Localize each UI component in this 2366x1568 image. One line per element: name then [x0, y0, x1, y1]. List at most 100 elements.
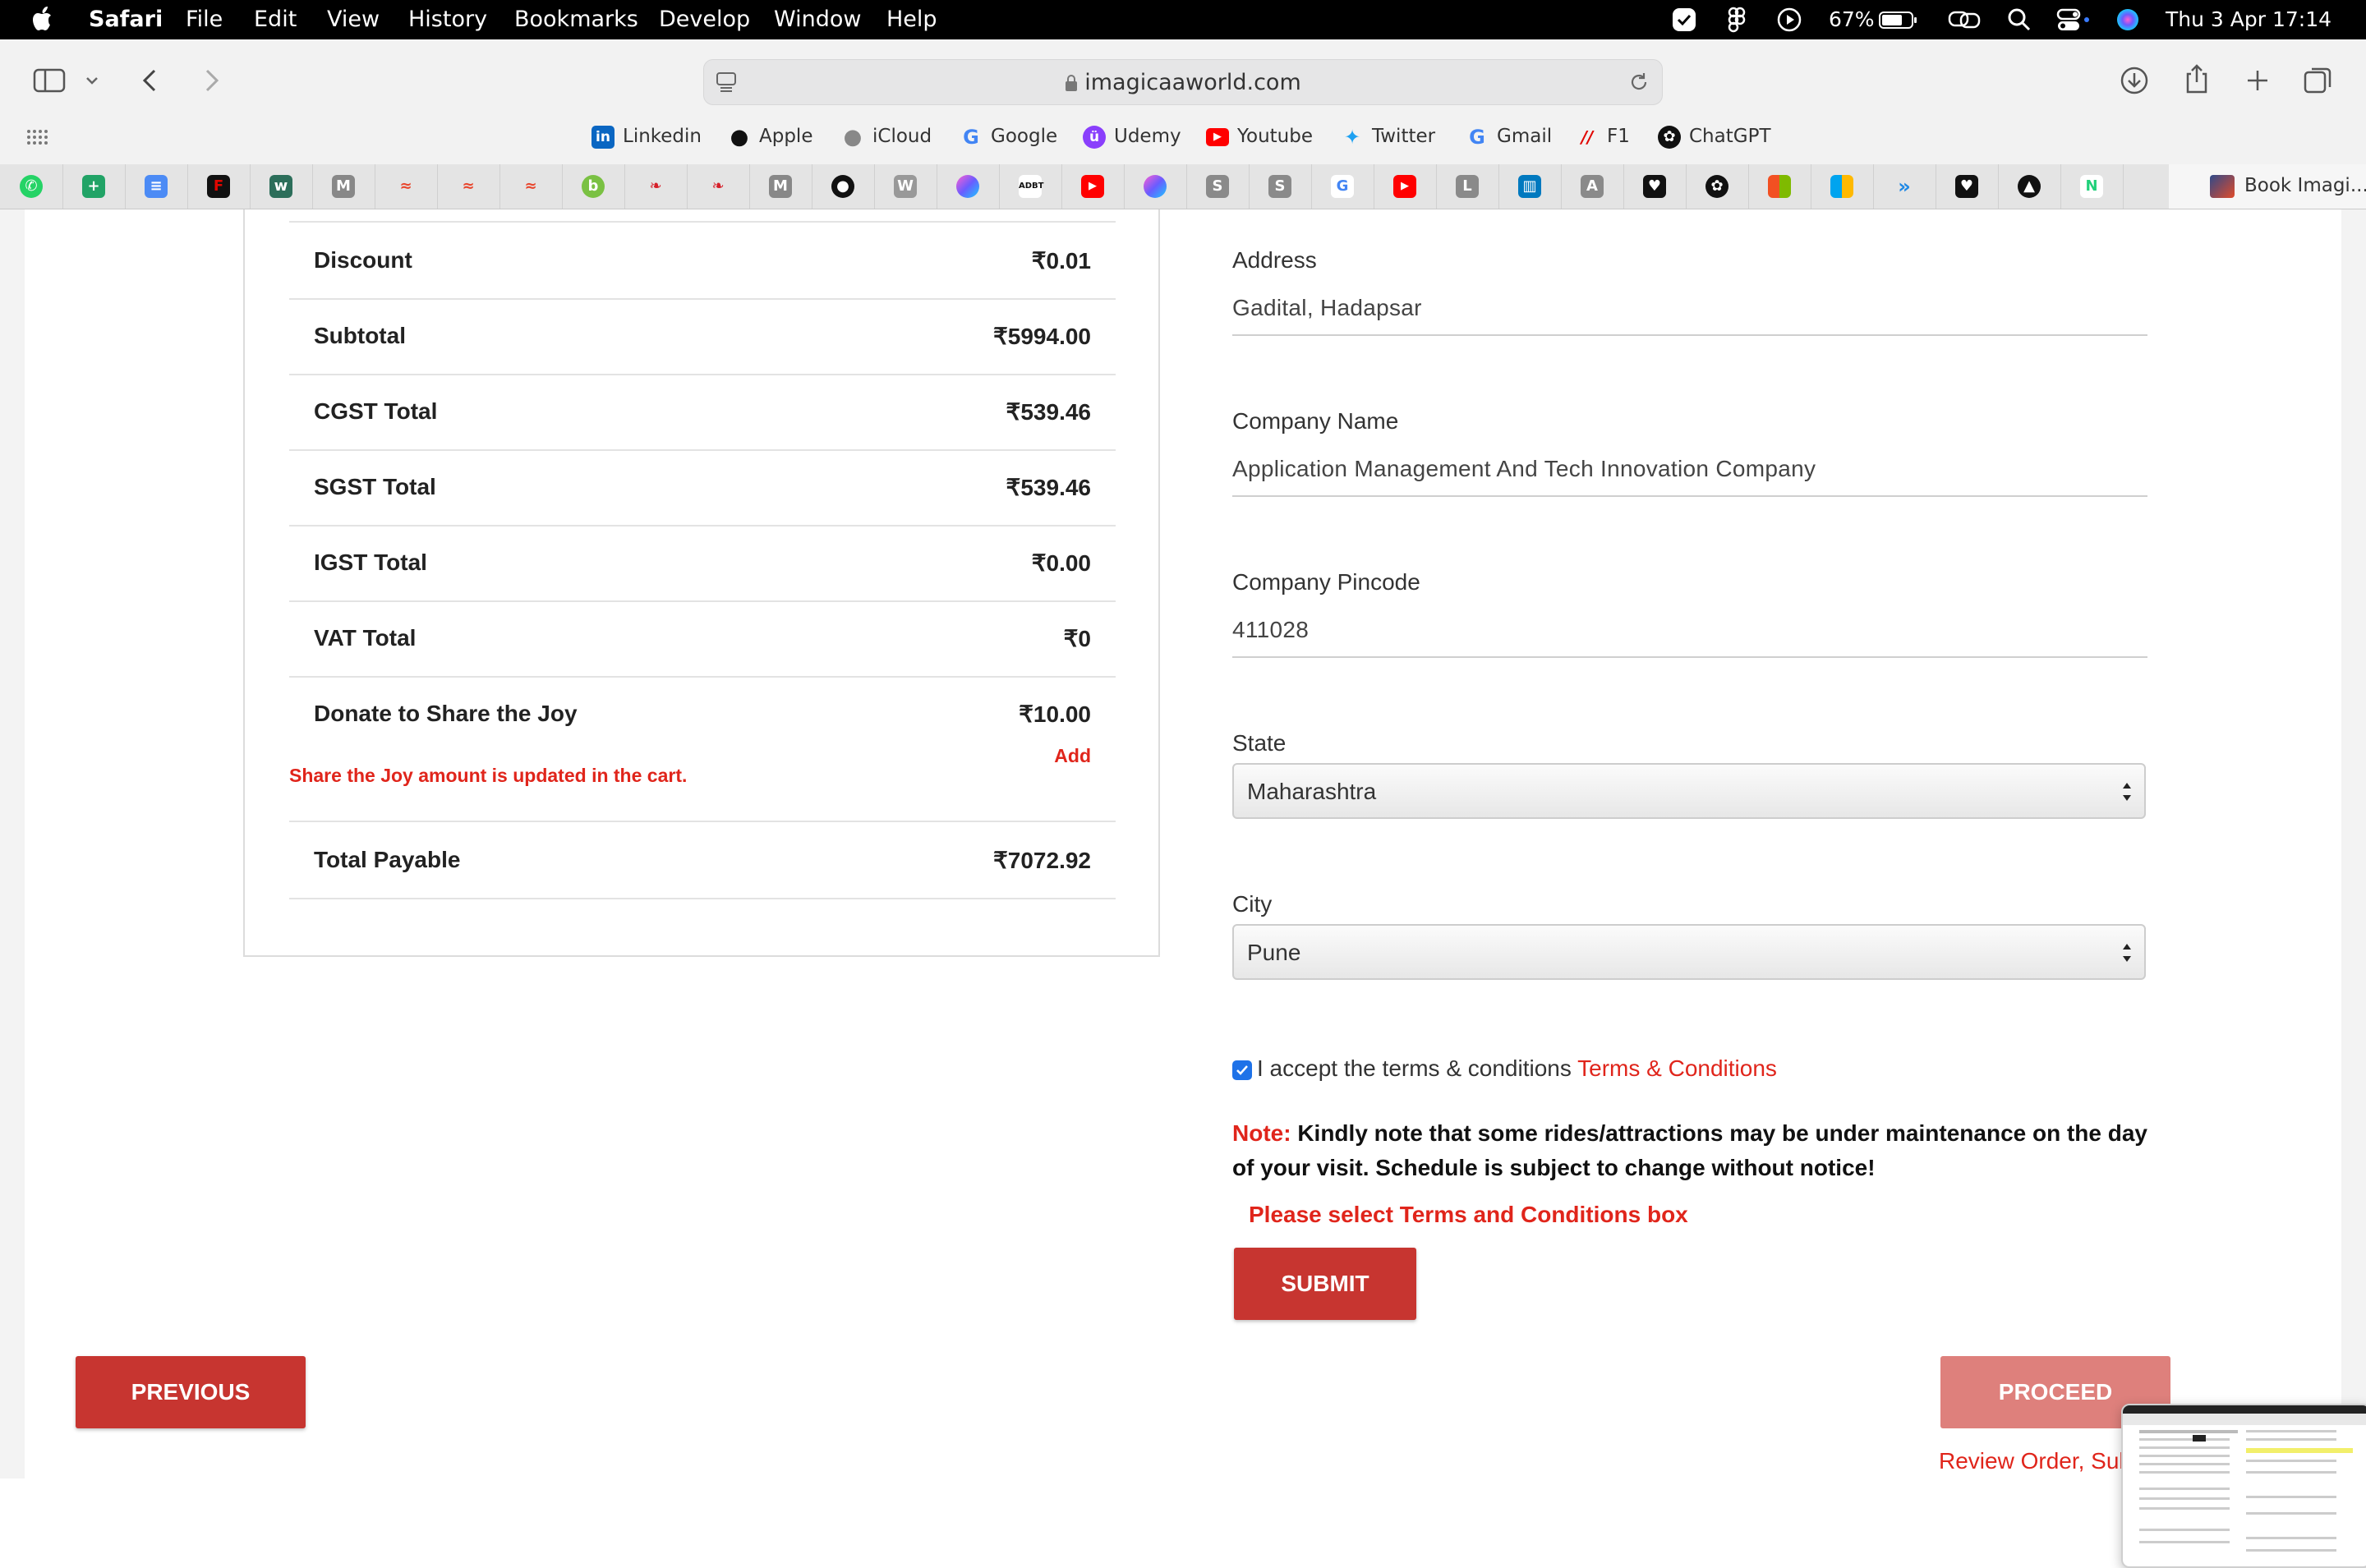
pinned-tab[interactable]: W — [874, 164, 937, 209]
pinned-tab[interactable]: S — [1186, 164, 1250, 209]
pinned-tab[interactable] — [1124, 164, 1187, 209]
new-tab-icon[interactable] — [2241, 64, 2274, 97]
screenshot-preview-image — [2123, 1405, 2366, 1552]
state-select[interactable]: Maharashtra — [1232, 763, 2146, 819]
pinned-tab[interactable]: S — [1249, 164, 1312, 209]
menu-develop[interactable]: Develop — [659, 7, 750, 33]
row-value: ₹0.00 — [1031, 550, 1091, 576]
pinned-tab[interactable]: ▶ — [1374, 164, 1437, 209]
apps-grid-icon[interactable] — [25, 125, 49, 149]
active-tab[interactable]: Book Imagi... — [2169, 164, 2366, 209]
favorite-gmail[interactable]: G Gmail — [1466, 122, 1552, 151]
summary-row-sgst: SGST Total ₹539.46 — [289, 449, 1116, 526]
forward-icon[interactable] — [194, 64, 227, 97]
screen-mirroring-icon[interactable] — [1947, 7, 1983, 33]
pinned-tab[interactable]: ✿ — [1686, 164, 1749, 209]
n-icon: N — [2080, 175, 2103, 198]
pinned-tab[interactable]: M — [312, 164, 375, 209]
s-icon: S — [1268, 175, 1291, 198]
pinned-tab[interactable]: L — [1436, 164, 1499, 209]
clock[interactable]: Thu 3 Apr 17:14 — [2166, 7, 2331, 33]
pinned-tab[interactable]: ADBT — [999, 164, 1062, 209]
screenshot-thumbnail[interactable] — [2121, 1404, 2366, 1568]
pinned-tab[interactable] — [1748, 164, 1811, 209]
menu-view[interactable]: View — [327, 7, 380, 33]
favorite-linkedin[interactable]: in Linkedin — [592, 122, 702, 151]
submit-button[interactable]: SUBMIT — [1234, 1248, 1416, 1320]
url-display[interactable]: imagicaaworld.com — [704, 70, 1662, 95]
company-name-input[interactable]: Application Management And Tech Innovati… — [1232, 456, 1816, 482]
chevron-right-icon: » — [1898, 175, 1911, 198]
pinned-tab[interactable]: b — [562, 164, 625, 209]
pinned-tab[interactable]: A — [1561, 164, 1624, 209]
favorite-google[interactable]: G Google — [960, 122, 1057, 151]
pinned-tab[interactable]: ≈ — [375, 164, 438, 209]
pinned-tab[interactable]: ❧ — [687, 164, 750, 209]
pinned-tab[interactable]: ≈ — [499, 164, 563, 209]
apple-menu-icon[interactable] — [31, 5, 56, 33]
sidebar-toggle-icon[interactable] — [33, 64, 66, 97]
pinned-tab[interactable]: » — [1873, 164, 1936, 209]
pinned-tab[interactable]: ● — [812, 164, 875, 209]
spotlight-search-icon[interactable] — [2006, 7, 2032, 33]
figma-icon[interactable] — [1724, 7, 1750, 33]
pinned-tab[interactable] — [1811, 164, 1874, 209]
donate-add-link[interactable]: Add — [1054, 745, 1091, 767]
pinned-tab[interactable]: ▲ — [1998, 164, 2061, 209]
company-pincode-input[interactable]: 411028 — [1232, 617, 1309, 643]
terms-checkbox[interactable] — [1232, 1060, 1252, 1080]
pinned-tab[interactable]: ≡ — [125, 164, 188, 209]
address-bar[interactable]: imagicaaworld.com — [703, 59, 1663, 105]
pinned-tab[interactable]: ≈ — [437, 164, 500, 209]
favorite-udemy[interactable]: ü Udemy — [1083, 122, 1181, 151]
menu-history[interactable]: History — [408, 7, 487, 33]
tab-overview-icon[interactable] — [2302, 64, 2335, 97]
menu-help[interactable]: Help — [886, 7, 937, 33]
pinned-tab[interactable]: + — [62, 164, 126, 209]
app-menu-safari[interactable]: Safari — [89, 7, 163, 33]
pinned-tab[interactable]: ♥ — [1623, 164, 1687, 209]
pinned-tab[interactable]: ✆ — [0, 164, 63, 209]
back-icon[interactable] — [135, 64, 168, 97]
play-icon[interactable] — [1776, 7, 1802, 33]
siri-icon[interactable] — [2115, 7, 2141, 33]
menu-bookmarks[interactable]: Bookmarks — [514, 7, 638, 33]
total-label: Total Payable — [314, 847, 461, 872]
maintenance-note: Note: Kindly note that some rides/attrac… — [1232, 1116, 2152, 1185]
reload-icon[interactable] — [1627, 71, 1650, 94]
favorite-youtube[interactable]: ▶ Youtube — [1206, 122, 1313, 151]
pinned-tab[interactable]: M — [749, 164, 812, 209]
city-select[interactable]: Pune — [1232, 924, 2146, 980]
whatsapp-icon: ✆ — [20, 175, 43, 198]
pinned-tab[interactable]: w — [250, 164, 313, 209]
pinned-tab[interactable]: ▥ — [1498, 164, 1562, 209]
pinned-tab[interactable]: G — [1311, 164, 1374, 209]
previous-button[interactable]: PREVIOUS — [76, 1356, 306, 1428]
favorite-f1[interactable]: // F1 — [1576, 122, 1630, 151]
favorite-apple[interactable]: ● Apple — [728, 122, 813, 151]
pinned-tab[interactable]: N — [2060, 164, 2124, 209]
task-check-icon[interactable] — [1671, 7, 1697, 33]
share-icon[interactable] — [2180, 62, 2213, 95]
chevron-down-icon[interactable] — [82, 64, 102, 97]
favorite-chatgpt[interactable]: ✿ ChatGPT — [1658, 122, 1771, 151]
menu-edit[interactable]: Edit — [254, 7, 297, 33]
menu-window[interactable]: Window — [774, 7, 861, 33]
pinned-tab[interactable] — [937, 164, 1000, 209]
pinned-tab[interactable]: ❧ — [624, 164, 688, 209]
menu-file[interactable]: File — [186, 7, 223, 33]
battery-icon[interactable] — [1878, 7, 1919, 33]
downloads-icon[interactable] — [2118, 64, 2151, 97]
bird-icon: ≈ — [524, 177, 537, 195]
favorite-twitter[interactable]: ✦ Twitter — [1341, 122, 1435, 151]
google-icon: G — [963, 125, 979, 149]
favorite-icloud[interactable]: ● iCloud — [841, 122, 932, 151]
favorite-label: iCloud — [872, 126, 932, 147]
address-input[interactable]: Gadital, Hadapsar — [1232, 295, 1422, 321]
pinned-tab[interactable]: F — [187, 164, 251, 209]
terms-link[interactable]: Terms & Conditions — [1577, 1055, 1777, 1081]
pinned-tab[interactable]: ▶ — [1061, 164, 1125, 209]
pinned-tab[interactable]: ♥ — [1936, 164, 1999, 209]
share-joy-note: Share the Joy amount is updated in the c… — [289, 765, 688, 786]
control-center-icon[interactable] — [2055, 7, 2092, 33]
